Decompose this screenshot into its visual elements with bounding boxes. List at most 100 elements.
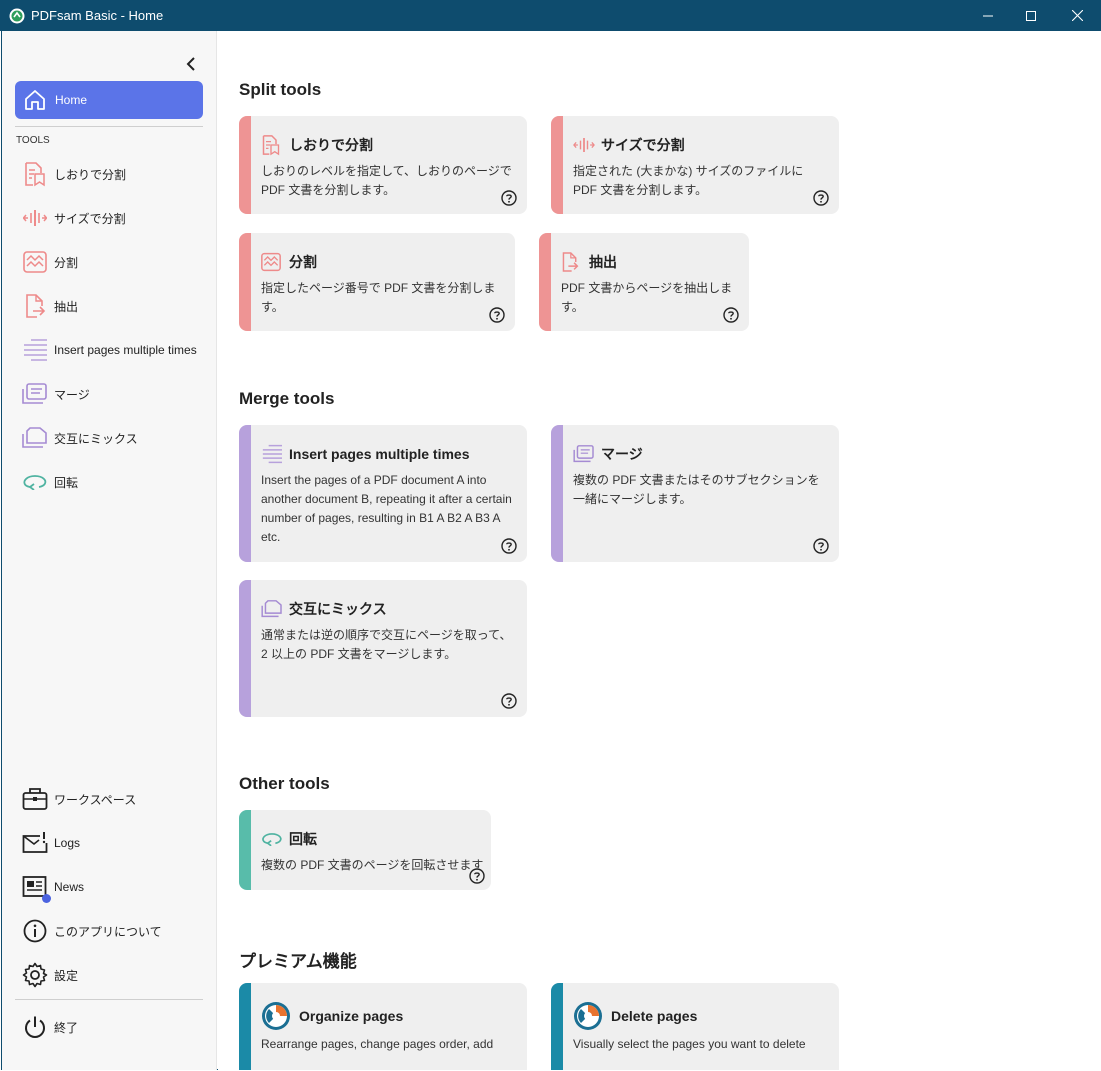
rotate-icon [261, 828, 285, 850]
split-icon [261, 251, 285, 273]
tool-card-insert-pages[interactable]: Insert pages multiple times Insert the p… [239, 425, 527, 562]
logs-icon [22, 830, 48, 856]
card-color-bar [239, 580, 251, 717]
card-description: 指定された (大まかな) サイズのファイルに PDF 文書を分割します。 [573, 164, 804, 197]
card-title: 抽出 [589, 254, 617, 270]
tool-card-extract[interactable]: 抽出 PDF 文書からページを抽出します。 [539, 233, 749, 331]
split-bookmarks-icon [261, 134, 285, 156]
sidebar-item-label: このアプリについて [54, 924, 162, 939]
sidebar-item-about[interactable]: このアプリについて [22, 916, 162, 946]
card-title: しおりで分割 [289, 137, 373, 153]
card-color-bar [239, 810, 251, 890]
card-description: PDF 文書からページを抽出します。 [561, 281, 733, 314]
tool-card-organize-pages[interactable]: Organize pages Rearrange pages, change p… [239, 983, 527, 1070]
card-title: マージ [601, 446, 643, 462]
card-title: 回転 [289, 831, 317, 847]
close-button[interactable] [1054, 0, 1100, 31]
help-icon[interactable] [813, 190, 829, 206]
tool-card-merge[interactable]: マージ 複数の PDF 文書またはそのサブセクションを一緒にマージします。 [551, 425, 839, 562]
sidebar-item-alternate-mix[interactable]: 交互にミックス [22, 423, 138, 453]
card-title: 交互にミックス [289, 601, 387, 617]
extract-icon [22, 293, 48, 319]
card-description: Visually select the pages you want to de… [573, 1037, 806, 1051]
sidebar-item-insert-pages[interactable]: Insert pages multiple times [22, 335, 197, 365]
help-icon[interactable] [489, 307, 505, 323]
sidebar: Home TOOLS しおりで分割 サイズで分割 分割 抽出 Insert pa… [2, 31, 217, 1070]
sidebar-item-split-bookmarks[interactable]: しおりで分割 [22, 159, 126, 189]
help-icon[interactable] [813, 538, 829, 554]
minimize-button[interactable] [965, 0, 1011, 31]
sidebar-item-news[interactable]: News [22, 872, 85, 903]
card-title: サイズで分割 [601, 137, 685, 153]
insert-pages-icon [261, 443, 285, 465]
home-icon [25, 90, 45, 110]
sidebar-divider [15, 999, 203, 1000]
card-description: 通常または逆の順序で交互にページを取って、2 以上の PDF 文書をマージします… [261, 628, 512, 661]
card-color-bar [239, 233, 251, 331]
sidebar-item-logs[interactable]: Logs [22, 828, 80, 858]
card-title: Organize pages [299, 1008, 404, 1024]
card-color-bar [239, 983, 251, 1070]
card-color-bar [539, 233, 551, 331]
power-icon [22, 1014, 48, 1040]
sidebar-item-label: サイズで分割 [54, 211, 126, 226]
app-logo-icon [9, 8, 25, 23]
section-title-merge: Merge tools [239, 389, 335, 408]
tool-card-alternate-mix[interactable]: 交互にミックス 通常または逆の順序で交互にページを取って、2 以上の PDF 文… [239, 580, 527, 717]
help-icon[interactable] [723, 307, 739, 323]
maximize-button[interactable] [1008, 0, 1054, 31]
sidebar-item-settings[interactable]: 設定 [22, 960, 78, 990]
card-color-bar [239, 116, 251, 214]
help-icon[interactable] [501, 693, 517, 709]
split-size-icon [22, 205, 48, 231]
section-title-other: Other tools [239, 774, 330, 793]
sidebar-item-label: 抽出 [54, 299, 79, 314]
card-color-bar [551, 983, 563, 1070]
help-icon[interactable] [469, 868, 485, 884]
tool-card-split-size[interactable]: サイズで分割 指定された (大まかな) サイズのファイルに PDF 文書を分割し… [551, 116, 839, 214]
sidebar-item-workspace[interactable]: ワークスペース [22, 784, 136, 814]
help-icon[interactable] [501, 190, 517, 206]
sidebar-item-rotate[interactable]: 回転 [22, 467, 78, 497]
gear-icon [22, 962, 48, 988]
sidebar-item-label: 回転 [54, 475, 79, 490]
section-title-premium: プレミアム機能 [239, 952, 357, 971]
briefcase-icon [22, 786, 48, 812]
window-title: PDFsam Basic - Home [31, 8, 164, 23]
card-description: しおりのレベルを指定して、しおりのページで PDF 文書を分割します。 [261, 164, 512, 197]
sidebar-item-split[interactable]: 分割 [22, 247, 78, 277]
tools-heading: TOOLS [16, 135, 50, 146]
card-color-bar [239, 425, 251, 562]
sidebar-item-exit[interactable]: 終了 [22, 1012, 78, 1042]
sidebar-divider [15, 126, 203, 127]
sidebar-item-extract[interactable]: 抽出 [22, 291, 78, 321]
app-window: Home TOOLS しおりで分割 サイズで分割 分割 抽出 Insert pa… [1, 31, 1100, 1070]
sidebar-item-home[interactable]: Home [15, 81, 203, 119]
sidebar-item-label: マージ [54, 387, 90, 402]
sidebar-item-label: Home [55, 93, 88, 107]
tool-card-split[interactable]: 分割 指定したページ番号で PDF 文書を分割します。 [239, 233, 515, 331]
card-title: Insert pages multiple times [289, 446, 470, 462]
merge-icon [573, 443, 597, 465]
split-size-icon [573, 134, 597, 156]
alternate-mix-icon [22, 425, 48, 451]
sidebar-item-label: Insert pages multiple times [54, 343, 197, 357]
pdfsam-enhanced-logo-icon [261, 1001, 295, 1031]
news-icon [22, 874, 51, 903]
tool-card-delete-pages[interactable]: Delete pages Visually select the pages y… [551, 983, 839, 1070]
card-title: Delete pages [611, 1008, 698, 1024]
help-icon[interactable] [501, 538, 517, 554]
section-title-split: Split tools [239, 80, 322, 99]
split-icon [22, 249, 48, 275]
tool-card-rotate[interactable]: 回転 複数の PDF 文書のページを回転させます [239, 810, 491, 890]
sidebar-item-merge[interactable]: マージ [22, 379, 90, 409]
sidebar-item-label: 交互にミックス [54, 431, 138, 446]
sidebar-item-split-size[interactable]: サイズで分割 [22, 203, 126, 233]
sidebar-item-label: 設定 [54, 968, 79, 983]
collapse-sidebar-button[interactable] [180, 53, 202, 75]
card-title: 分割 [289, 254, 317, 270]
sidebar-item-label: News [54, 880, 85, 894]
sidebar-item-label: 分割 [54, 255, 79, 270]
tool-card-split-bookmarks[interactable]: しおりで分割 しおりのレベルを指定して、しおりのページで PDF 文書を分割しま… [239, 116, 527, 214]
card-color-bar [551, 116, 563, 214]
